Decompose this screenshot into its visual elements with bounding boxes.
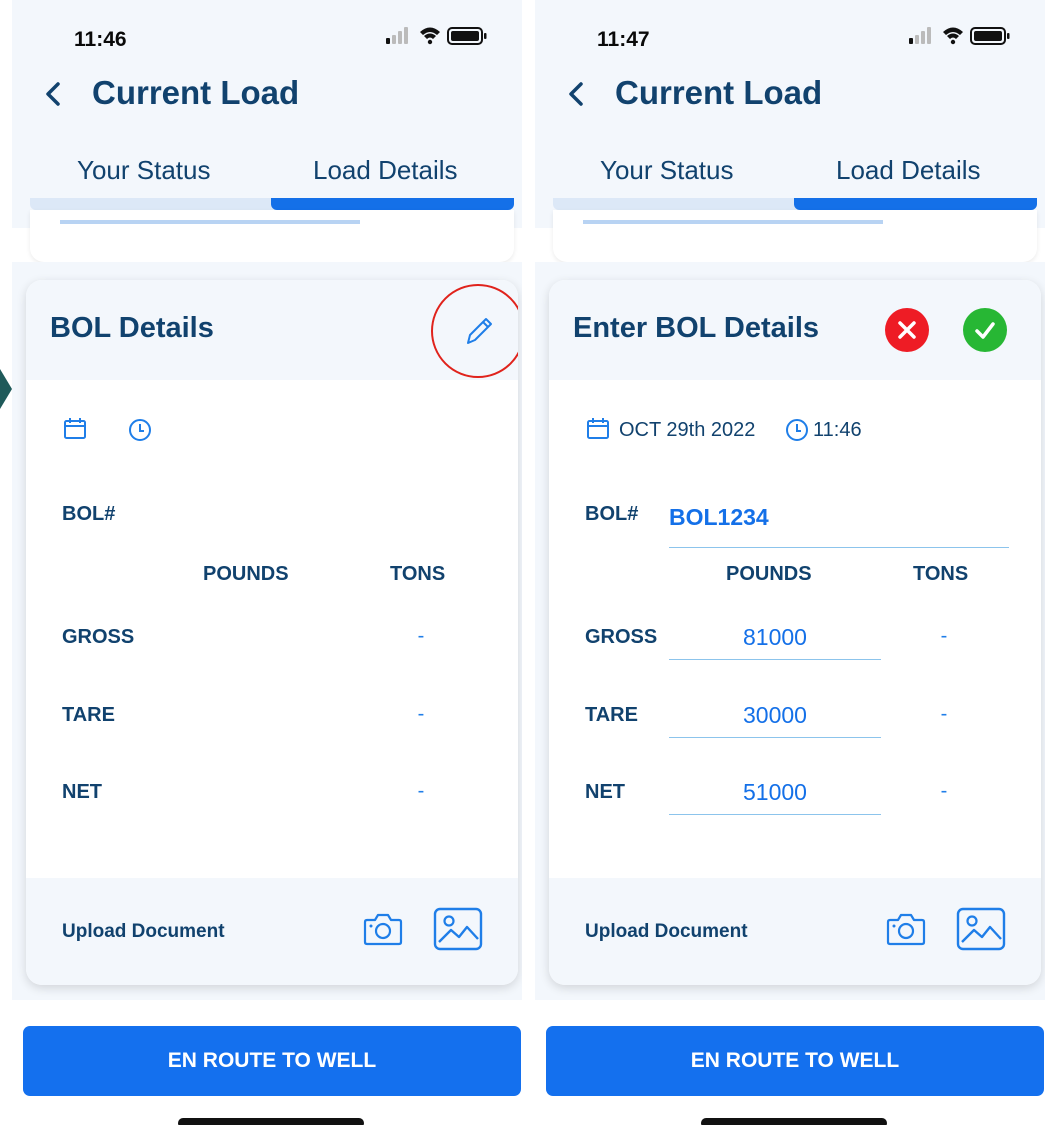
en-route-button-label: EN ROUTE TO WELL [690, 1049, 900, 1072]
upload-document-label: Upload Document [62, 921, 225, 942]
enter-bol-details-card: Enter BOL Details OCT 29th 2022 11:46 BO… [549, 280, 1041, 985]
signal-icon [909, 27, 931, 44]
calendar-icon [64, 418, 86, 439]
pounds-column-header: POUNDS [726, 563, 812, 585]
wifi-icon [420, 27, 440, 45]
en-route-to-well-button[interactable]: EN ROUTE TO WELL [23, 1026, 521, 1096]
gross-tons-value: - [417, 625, 425, 647]
bol-time[interactable]: 11:46 [813, 419, 862, 442]
tab-load-details[interactable]: Load Details [313, 155, 458, 186]
tare-pounds-input[interactable]: 30000 [669, 694, 881, 738]
tons-column-header: TONS [390, 563, 446, 585]
gross-label: GROSS [585, 626, 658, 648]
battery-icon [970, 27, 1010, 45]
close-icon [898, 321, 916, 339]
previous-card-bottom [553, 210, 1037, 262]
card-title: BOL Details [50, 312, 214, 344]
app-header: 11:46 Current Load Your Status Load Deta… [12, 0, 522, 228]
home-indicator [178, 1118, 364, 1125]
tons-column-header: TONS [913, 563, 969, 585]
tab-your-status[interactable]: Your Status [600, 155, 733, 186]
page-title: Current Load [615, 74, 823, 111]
image-icon[interactable] [432, 906, 484, 952]
tare-tons-value: - [940, 703, 948, 725]
pounds-column-header: POUNDS [203, 563, 289, 585]
bol-label: BOL# [62, 503, 116, 525]
check-icon [975, 322, 995, 339]
calendar-icon [587, 418, 609, 439]
cut-off-text [60, 220, 360, 224]
gross-pounds-value: 81000 [743, 624, 807, 650]
pencil-icon [467, 318, 492, 344]
status-icons [909, 27, 1010, 45]
tab-load-details[interactable]: Load Details [836, 155, 981, 186]
tare-tons-value: - [417, 703, 425, 725]
active-tab-indicator [794, 198, 1037, 210]
gross-label: GROSS [62, 626, 135, 648]
tare-label: TARE [585, 704, 638, 726]
clock-icon [129, 419, 151, 441]
cut-off-text [583, 220, 883, 224]
net-tons-value: - [940, 780, 948, 802]
status-time: 11:47 [597, 28, 650, 51]
signal-icon [386, 27, 408, 44]
phone-screen-view-mode: 11:46 Current Load Your Status Load Deta… [12, 0, 522, 1125]
side-arrow-marker [0, 369, 12, 409]
page-title: Current Load [92, 74, 300, 111]
tab-your-status[interactable]: Your Status [77, 155, 210, 186]
bol-number-value: BOL1234 [669, 504, 769, 530]
phone-screen-edit-mode: 11:47 Current Load Your Status Load Deta… [535, 0, 1045, 1125]
net-pounds-value: 51000 [743, 779, 807, 805]
chevron-left-icon[interactable] [561, 74, 591, 114]
chevron-left-icon[interactable] [38, 74, 68, 114]
home-indicator [701, 1118, 887, 1125]
camera-icon[interactable] [885, 908, 927, 950]
status-time: 11:46 [74, 28, 127, 51]
net-pounds-input[interactable]: 51000 [669, 771, 881, 815]
net-label: NET [62, 781, 102, 803]
cancel-button[interactable] [885, 308, 929, 352]
tare-pounds-value: 30000 [743, 702, 807, 728]
gross-tons-value: - [940, 625, 948, 647]
net-tons-value: - [417, 780, 425, 802]
bol-label: BOL# [585, 503, 639, 525]
bol-date[interactable]: OCT 29th 2022 [619, 419, 755, 442]
bol-number-input[interactable]: BOL1234 [669, 498, 1009, 548]
edit-button[interactable] [431, 284, 518, 378]
previous-card-bottom [30, 210, 514, 262]
active-tab-indicator [271, 198, 514, 210]
gross-pounds-input[interactable]: 81000 [669, 616, 881, 660]
camera-icon[interactable] [362, 908, 404, 950]
battery-icon [447, 27, 487, 45]
card-title: Enter BOL Details [573, 312, 820, 344]
en-route-button-label: EN ROUTE TO WELL [167, 1049, 377, 1072]
bol-details-card: BOL Details BOL# POUNDS TONS GROSS - TAR… [26, 280, 518, 985]
clock-icon [786, 419, 808, 441]
net-label: NET [585, 781, 625, 803]
en-route-to-well-button[interactable]: EN ROUTE TO WELL [546, 1026, 1044, 1096]
image-icon[interactable] [955, 906, 1007, 952]
upload-document-label: Upload Document [585, 921, 748, 942]
status-icons [386, 27, 487, 45]
app-header: 11:47 Current Load Your Status Load Deta… [535, 0, 1045, 228]
wifi-icon [943, 27, 963, 45]
confirm-button[interactable] [963, 308, 1007, 352]
tare-label: TARE [62, 704, 115, 726]
